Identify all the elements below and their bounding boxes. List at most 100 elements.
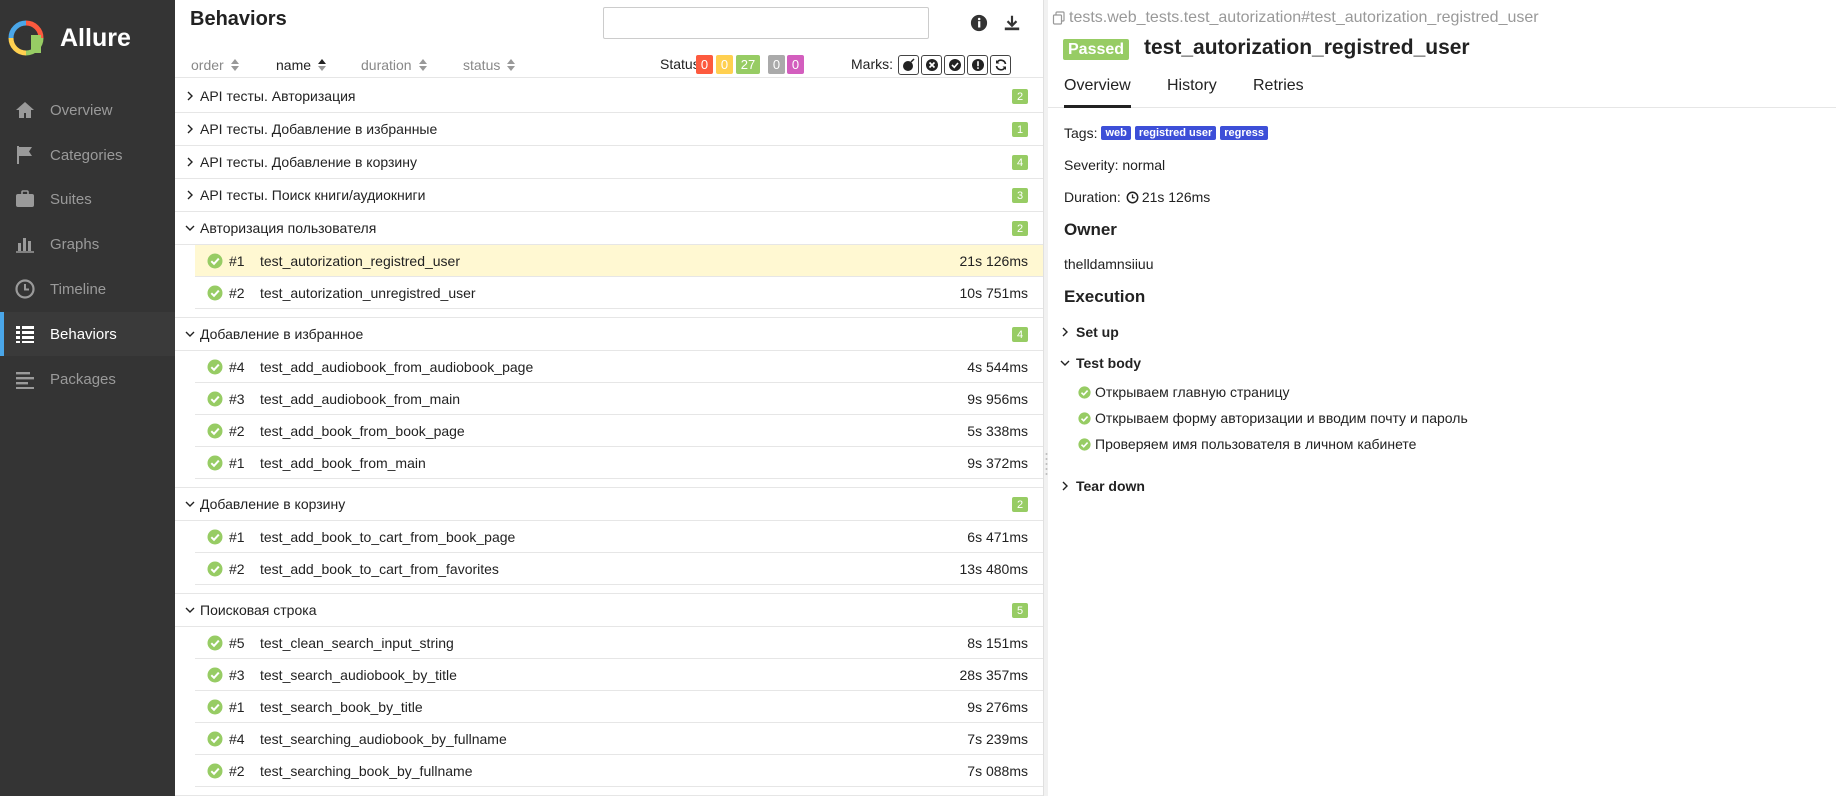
sidebar-item-graphs[interactable]: Graphs [0, 222, 175, 266]
behavior-group[interactable]: Добавление в избранное 4 [175, 318, 1043, 351]
test-name: test_add_audiobook_from_audiobook_page [260, 359, 534, 375]
sort-order-label: order [191, 57, 224, 73]
test-row[interactable]: #5 test_clean_search_input_string 8s 151ms [195, 627, 1043, 659]
test-order: #2 [229, 423, 245, 439]
download-icon[interactable] [1001, 12, 1023, 34]
check-circle-icon [1078, 437, 1091, 451]
status-filter-badge[interactable]: 0 [696, 55, 713, 74]
test-order: #2 [229, 763, 245, 779]
flaky-mark-button[interactable] [898, 55, 919, 75]
check-circle-icon [1078, 411, 1091, 425]
teardown-stage[interactable]: Tear down [1060, 478, 1145, 494]
tab-history[interactable]: History [1167, 77, 1217, 108]
copy-icon[interactable] [1052, 11, 1066, 25]
step[interactable]: Открываем форму авторизации и вводим поч… [1078, 410, 1468, 426]
test-row[interactable]: #2 test_autorization_unregistred_user 10s … [195, 277, 1043, 309]
test-row[interactable]: #2 test_add_book_to_cart_from_favorites 13… [195, 553, 1043, 585]
tab-retries-label: Retries [1253, 77, 1304, 94]
behavior-group[interactable]: Поисковая строка 5 [175, 594, 1043, 627]
test-row[interactable]: #2 test_searching_book_by_fullname 7s 088m… [195, 755, 1043, 787]
step-name: Открываем форму авторизации и вводим поч… [1095, 410, 1468, 426]
sort-name[interactable]: name [276, 57, 327, 73]
group-spacer [175, 787, 1043, 796]
test-order: #3 [229, 391, 245, 407]
test-row[interactable]: #4 test_searching_audiobook_by_fullname 7s… [195, 723, 1043, 755]
test-duration: 9s 956ms [967, 391, 1028, 407]
behavior-group[interactable]: Авторизация пользователя 2 [175, 212, 1043, 245]
tab-overview[interactable]: Overview [1064, 77, 1131, 108]
detail-tabs: Overview History Retries [1048, 71, 1836, 108]
group-count-badge: 5 [1012, 603, 1028, 618]
sort-name-label: name [276, 57, 312, 73]
step[interactable]: Открываем главную страницу [1078, 384, 1290, 400]
sidebar-item-packages[interactable]: Packages [0, 357, 175, 401]
sidebar-item-behaviors[interactable]: Behaviors [0, 312, 175, 356]
sort-arrows-icon [230, 59, 239, 71]
sidebar-item-overview[interactable]: Overview [0, 88, 175, 132]
test-duration: 28s 357ms [959, 667, 1028, 683]
sidebar-item-timeline[interactable]: Timeline [0, 267, 175, 311]
test-path-text: tests.web_tests.test_autorization#test_a… [1069, 9, 1539, 26]
clock-icon [14, 278, 36, 300]
tab-retries[interactable]: Retries [1253, 77, 1304, 108]
group-count-badge: 4 [1012, 327, 1028, 342]
group-count-badge: 1 [1012, 122, 1028, 137]
behavior-group[interactable]: API тесты. Авторизация 2 [175, 80, 1043, 113]
status-filter-badge[interactable]: 0 [768, 55, 785, 74]
new-failed-mark-button[interactable] [921, 55, 942, 75]
test-full-path[interactable]: tests.web_tests.test_autorization#test_a… [1052, 9, 1539, 27]
behavior-group[interactable]: API тесты. Поиск книги/аудиокниги 3 [175, 179, 1043, 212]
step[interactable]: Проверяем имя пользователя в личном каби… [1078, 436, 1416, 452]
sidebar-item-suites[interactable]: Suites [0, 177, 175, 221]
chevron-down-icon [1060, 360, 1070, 366]
sort-duration[interactable]: duration [361, 57, 428, 73]
test-name: test_autorization_unregistred_user [260, 285, 476, 301]
step-name: Проверяем имя пользователя в личном каби… [1095, 436, 1417, 452]
behavior-group[interactable]: Добавление в корзину 2 [175, 488, 1043, 521]
behaviors-pane: Behaviors order name duration status Sta… [175, 0, 1043, 796]
behavior-group[interactable]: API тесты. Добавление в избранные 1 [175, 113, 1043, 146]
sidebar-item-label: Suites [50, 190, 92, 208]
test-duration: 5s 338ms [967, 423, 1028, 439]
status-filter-badge[interactable]: 27 [736, 55, 760, 74]
group-count-badge: 2 [1012, 221, 1028, 236]
setup-label: Set up [1076, 324, 1119, 340]
test-order: #3 [229, 667, 245, 683]
check-circle-icon [207, 285, 223, 301]
setup-stage[interactable]: Set up [1060, 324, 1119, 340]
status-filter-badge[interactable]: 0 [716, 55, 733, 74]
teardown-label: Tear down [1076, 478, 1145, 494]
test-name: test_add_book_from_main [260, 455, 426, 471]
check-circle-icon [207, 455, 223, 471]
new-broken-mark-button[interactable] [967, 55, 988, 75]
test-row[interactable]: #3 test_search_audiobook_by_title 28s 357m… [195, 659, 1043, 691]
test-row[interactable]: #1 test_add_book_from_main 9s 372ms [195, 447, 1043, 479]
info-icon[interactable] [968, 12, 990, 34]
tag: regress [1220, 126, 1269, 140]
brand[interactable]: Allure [8, 18, 131, 58]
test-row[interactable]: #2 test_add_book_from_book_page 5s 338ms [195, 415, 1043, 447]
sort-order[interactable]: order [191, 57, 240, 73]
sidebar-item-categories[interactable]: Categories [0, 133, 175, 177]
severity: Severity: normal [1064, 157, 1166, 173]
new-passed-mark-button[interactable] [944, 55, 965, 75]
test-body-stage[interactable]: Test body [1060, 355, 1141, 371]
test-row[interactable]: #3 test_add_audiobook_from_main 9s 956ms [195, 383, 1043, 415]
group-spacer [175, 309, 1043, 318]
search-input[interactable] [603, 7, 929, 39]
duration-label: Duration: [1064, 189, 1121, 205]
test-row[interactable]: #1 test_add_book_to_cart_from_book_page 6s… [195, 521, 1043, 553]
test-order: #4 [229, 359, 245, 375]
briefcase-icon [14, 188, 36, 210]
retries-mark-button[interactable] [990, 55, 1011, 75]
behavior-group[interactable]: API тесты. Добавление в корзину 4 [175, 146, 1043, 179]
test-row[interactable]: #4 test_add_audiobook_from_audiobook_page… [195, 351, 1043, 383]
test-name: test_searching_book_by_fullname [260, 763, 473, 779]
test-row[interactable]: #1 test_autorization_registred_user 21s 12… [195, 245, 1043, 277]
sort-status[interactable]: status [463, 57, 516, 73]
status-filter-badge[interactable]: 0 [787, 55, 804, 74]
step-name: Открываем главную страницу [1095, 384, 1290, 400]
test-row[interactable]: #1 test_search_book_by_title 9s 276ms [195, 691, 1043, 723]
sort-arrows-icon [318, 59, 327, 71]
group-spacer [175, 585, 1043, 594]
